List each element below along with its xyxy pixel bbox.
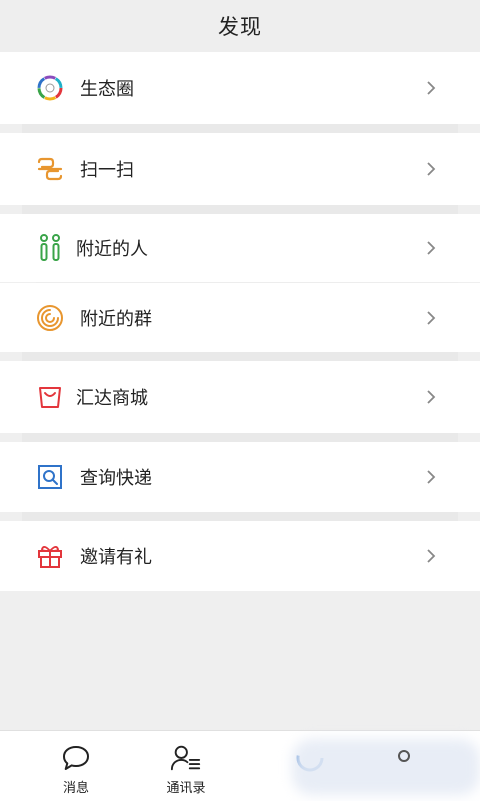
chevron-right-icon [424, 162, 438, 176]
menu-item-scan[interactable]: 扫一扫 [0, 133, 480, 205]
chat-bubble-icon [60, 743, 92, 773]
menu-item-label: 生态圈 [80, 79, 134, 100]
menu-item-nearby-people[interactable]: 附近的人 [0, 214, 480, 282]
section-divider [22, 512, 458, 521]
menu-item-mall[interactable]: 汇达商城 [0, 361, 480, 433]
gift-icon [36, 542, 64, 570]
menu-item-nearby-groups[interactable]: 附近的群 [0, 283, 480, 352]
menu-item-ecosystem[interactable]: 生态圈 [0, 52, 480, 124]
profile-icon [388, 743, 420, 773]
express-search-icon [36, 463, 64, 491]
nearby-people-icon [36, 234, 64, 262]
section-divider [22, 352, 458, 361]
chevron-right-icon [424, 310, 438, 325]
tab-label: 通讯录 [166, 781, 206, 796]
ecosystem-circle-icon [36, 74, 64, 102]
nearby-groups-icon [36, 304, 64, 332]
menu-item-label: 汇达商城 [76, 388, 148, 409]
tab-profile[interactable] [344, 731, 464, 801]
menu-item-label: 查询快递 [80, 468, 152, 489]
menu-item-express[interactable]: 查询快递 [0, 442, 480, 512]
tab-contacts[interactable]: 通讯录 [126, 731, 246, 801]
page-title: 发现 [218, 15, 262, 39]
section-divider [22, 205, 458, 214]
shopping-bag-icon [36, 383, 64, 411]
section-divider [22, 124, 458, 133]
tab-messages[interactable]: 消息 [16, 731, 136, 801]
chevron-right-icon [424, 470, 438, 484]
tab-label: 消息 [62, 781, 89, 796]
section-divider [22, 433, 458, 442]
menu-item-label: 附近的群 [80, 308, 152, 330]
contacts-icon [170, 743, 202, 773]
scan-icon [36, 155, 64, 183]
menu-item-label: 扫一扫 [80, 160, 134, 181]
menu-item-label: 邀请有礼 [80, 547, 152, 568]
chevron-right-icon [424, 81, 438, 95]
chevron-right-icon [424, 241, 438, 255]
top-bar: 发现 [0, 0, 480, 52]
chevron-right-icon [424, 549, 438, 563]
chevron-right-icon [424, 390, 438, 404]
bottom-tab-bar: 消息 通讯录 [0, 730, 480, 801]
menu-item-label: 附近的人 [76, 239, 148, 260]
menu-item-invite[interactable]: 邀请有礼 [0, 521, 480, 591]
